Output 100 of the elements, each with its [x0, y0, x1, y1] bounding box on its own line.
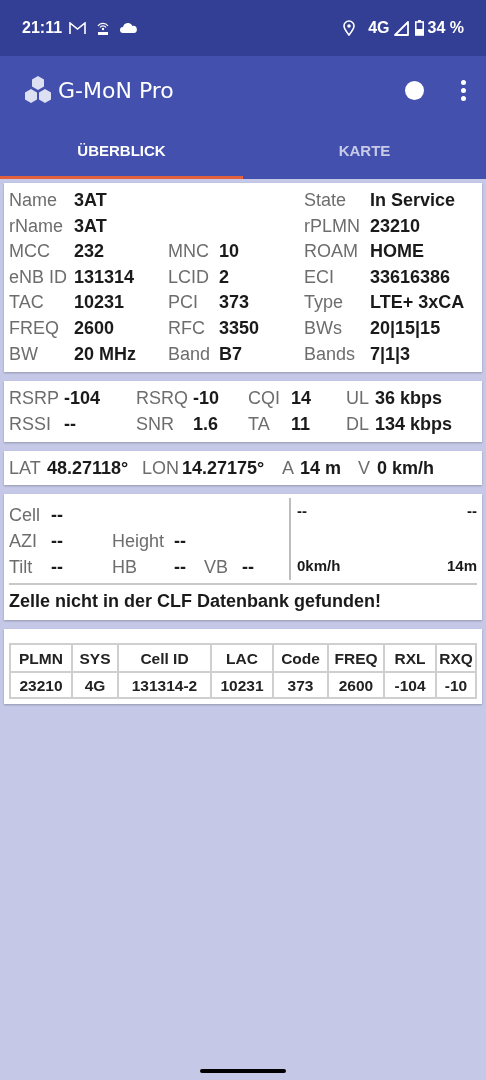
field-label: rPLMN: [304, 214, 361, 238]
field-label: PCI: [168, 291, 199, 315]
more-menu-icon[interactable]: [461, 78, 466, 102]
field-label: CQI: [248, 387, 281, 411]
field-value: --: [51, 530, 64, 554]
field-value: 2: [219, 265, 229, 289]
field-value: 7|1|3: [370, 342, 411, 366]
field-label: DL: [346, 412, 370, 436]
field-value: --: [64, 412, 77, 436]
field-value: 23210: [370, 214, 421, 238]
field-value: 232: [74, 240, 105, 264]
field-value: 48.27118°: [47, 457, 130, 481]
tab[interactable]: KARTE: [243, 124, 486, 179]
field-value: 2600: [74, 316, 115, 340]
hexagon-logo-icon: [23, 75, 53, 105]
field-value: 131314: [74, 265, 135, 289]
field-value: --: [51, 504, 64, 528]
table-cell: -104: [384, 672, 436, 699]
accuracy-value: 14m: [446, 555, 477, 576]
field-label: Height: [112, 530, 166, 554]
column-header: FREQ: [328, 644, 384, 673]
field-value: 1.6: [193, 412, 220, 436]
field-label: LCID: [168, 265, 210, 289]
field-value: B7: [219, 342, 242, 366]
field-value: 11: [291, 412, 312, 436]
field-label: UL: [346, 387, 370, 411]
field-value: 20 MHz: [74, 342, 136, 366]
panel-value: --: [297, 501, 307, 522]
field-label: Name: [9, 189, 58, 212]
table-cell: 4G: [72, 672, 118, 699]
mail-icon: [69, 21, 87, 35]
field-label: BW: [9, 342, 39, 366]
location-pin-icon: [343, 20, 356, 36]
field-label: Bands: [304, 342, 357, 366]
field-label: RFC: [168, 316, 206, 340]
field-value: 36 kbps: [375, 387, 443, 411]
field-value: 33616386: [370, 265, 451, 289]
field-label: RSRQ: [136, 387, 189, 411]
field-label: AZI: [9, 530, 38, 554]
field-value: 14.27175°: [182, 457, 266, 481]
field-label: VB: [204, 556, 229, 580]
field-label: LON: [142, 457, 180, 481]
field-value: -10: [193, 387, 220, 411]
speed-value: 0km/h: [297, 555, 341, 576]
table-cell: 131314-2: [118, 672, 211, 699]
field-label: RSSI: [9, 412, 52, 436]
field-value: 3AT: [74, 189, 107, 212]
field-value: -104: [64, 387, 102, 411]
column-header: Code: [273, 644, 328, 673]
field-value: 10: [219, 240, 240, 264]
field-value: 134 kbps: [375, 412, 453, 436]
column-header: SYS: [72, 644, 118, 673]
field-label: TAC: [9, 291, 45, 315]
network-type: 4G: [368, 18, 390, 38]
cell-signal-icon: [393, 20, 409, 36]
field-label: HB: [112, 556, 138, 580]
field-value: 3AT: [74, 214, 107, 238]
field-value: 373: [219, 291, 250, 315]
field-label: TA: [248, 412, 271, 436]
field-label: rName: [9, 214, 64, 238]
field-label: FREQ: [9, 316, 60, 340]
field-value: 14: [291, 387, 313, 411]
field-label: Cell: [9, 504, 41, 528]
table-cell: 23210: [10, 672, 72, 699]
field-label: State: [304, 189, 348, 212]
field-label: Band: [168, 342, 212, 366]
tab[interactable]: ÜBERBLICK: [0, 124, 243, 179]
column-header: LAC: [211, 644, 273, 673]
app-title: G-MoN Pro: [58, 76, 174, 105]
field-value: In Service: [370, 189, 456, 212]
battery-percent: 34 %: [427, 18, 464, 38]
cloud-icon: [120, 23, 138, 33]
field-value: 3350: [219, 316, 260, 340]
battery-icon: [414, 20, 424, 36]
field-value: --: [242, 556, 254, 580]
column-header: RXL: [384, 644, 436, 673]
field-label: SNR: [136, 412, 175, 436]
field-label: Type: [304, 291, 345, 315]
field-label: Tilt: [9, 556, 34, 580]
record-button[interactable]: [405, 80, 424, 100]
field-value: 14 m: [300, 457, 343, 481]
column-header: Cell ID: [118, 644, 211, 673]
table-cell: 2600: [328, 672, 384, 699]
column-header: PLMN: [10, 644, 72, 673]
field-value: --: [51, 556, 64, 580]
field-label: BWs: [304, 316, 343, 340]
table-cell: -10: [436, 672, 476, 699]
status-time: 21:11: [22, 18, 63, 38]
field-label: eNB ID: [9, 265, 69, 289]
field-label: MNC: [168, 240, 210, 264]
message-text: Zelle nicht in der CLF Datenbank gefunden!: [9, 590, 383, 614]
field-value: --: [174, 556, 187, 580]
field-value: LTE+ 3xCA: [370, 291, 465, 315]
field-label: MCC: [9, 240, 51, 264]
field-label: RSRP: [9, 387, 60, 411]
table-cell: 10231: [211, 672, 273, 699]
field-label: ECI: [304, 265, 335, 289]
field-label: ROAM: [304, 240, 359, 264]
field-value: --: [174, 530, 187, 554]
field-label: A: [282, 457, 295, 481]
